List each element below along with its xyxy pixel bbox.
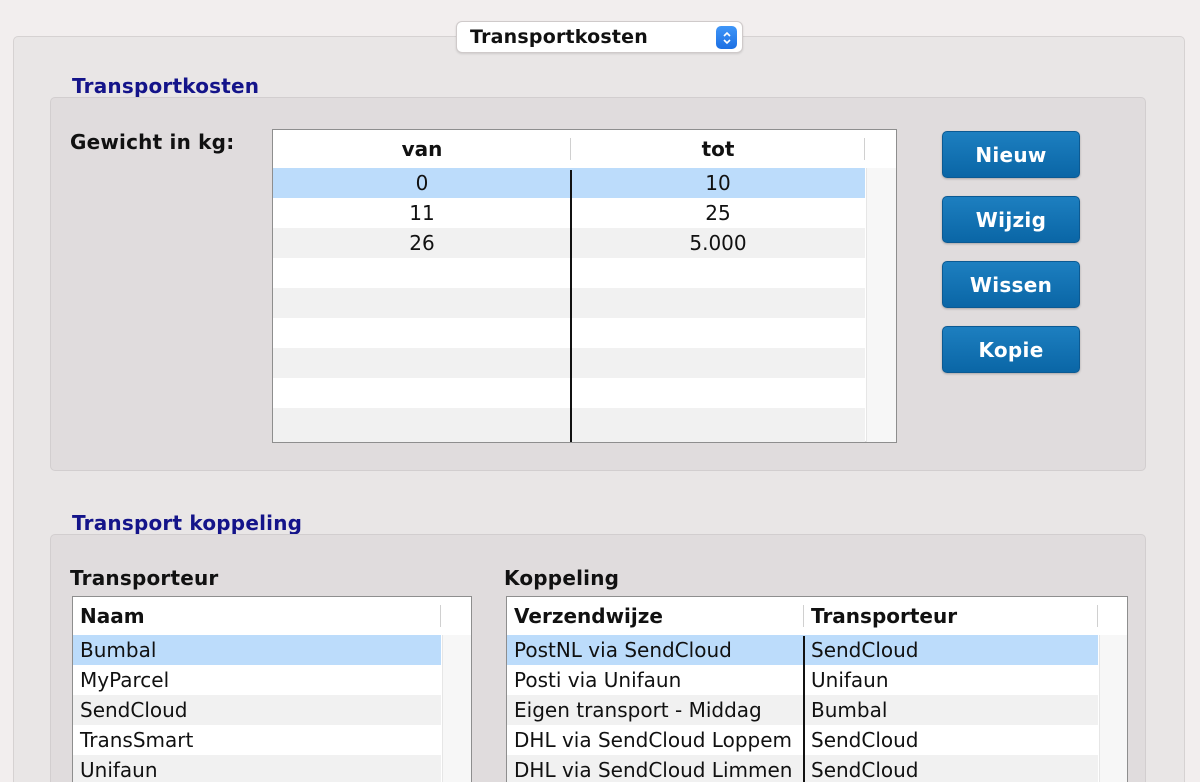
column-header-tot[interactable]: tot — [571, 130, 865, 168]
column-header-naam[interactable]: Naam — [73, 597, 441, 635]
edit-button[interactable]: Wijzig — [942, 196, 1080, 243]
cell-naam: MyParcel — [80, 668, 170, 692]
delete-button[interactable]: Wissen — [942, 261, 1080, 308]
cell-transporteur: Unifaun — [811, 668, 889, 692]
link-table-body: PostNL via SendCloud SendCloud Posti via… — [507, 635, 1127, 782]
empty-row — [273, 288, 865, 318]
new-button[interactable]: Nieuw — [942, 131, 1080, 178]
cell-van: 0 — [415, 171, 429, 195]
cell-van: 11 — [409, 201, 435, 225]
carrier-label: Transporteur — [70, 566, 219, 590]
koppeling-title: Transport koppeling — [72, 511, 303, 535]
column-header-verzendwijze[interactable]: Verzendwijze — [507, 597, 804, 635]
cell-verzendwijze: DHL via SendCloud Loppem — [514, 728, 793, 752]
cell-naam: Bumbal — [80, 638, 157, 662]
table-row[interactable]: 0 10 — [273, 168, 865, 198]
copy-button[interactable]: Kopie — [942, 326, 1080, 373]
view-selector-value: Transportkosten — [470, 26, 648, 48]
table-row[interactable]: MyParcel — [73, 665, 441, 695]
cell-naam: TransSmart — [80, 728, 194, 752]
weight-table-header: van tot — [273, 130, 896, 168]
cell-tot: 25 — [705, 201, 731, 225]
empty-row — [273, 318, 865, 348]
cell-naam: SendCloud — [80, 698, 188, 722]
table-row[interactable]: TransSmart — [73, 725, 441, 755]
column-divider — [803, 636, 805, 782]
empty-row — [273, 348, 865, 378]
cell-transporteur: SendCloud — [811, 758, 919, 782]
table-row[interactable]: Unifaun — [73, 755, 441, 782]
vertical-scrollbar[interactable] — [442, 635, 471, 782]
vertical-scrollbar[interactable] — [1099, 635, 1127, 782]
cell-transporteur: Bumbal — [811, 698, 888, 722]
table-row[interactable]: 26 5.000 — [273, 228, 865, 258]
weight-table-body: 0 10 11 25 26 5.000 — [273, 168, 896, 442]
weight-table: van tot 0 10 11 25 26 5.000 — [272, 129, 897, 443]
carrier-table-header: Naam — [73, 597, 471, 635]
link-table-header: Verzendwijze Transporteur — [507, 597, 1127, 635]
column-divider — [570, 170, 572, 442]
empty-row — [273, 258, 865, 288]
chevron-updown-icon — [716, 26, 737, 49]
cell-verzendwijze: Posti via Unifaun — [514, 668, 682, 692]
cell-transporteur: SendCloud — [811, 638, 919, 662]
cell-van: 26 — [409, 231, 435, 255]
cell-verzendwijze: DHL via SendCloud Limmen — [514, 758, 793, 782]
empty-row — [273, 378, 865, 408]
table-row[interactable]: SendCloud — [73, 695, 441, 725]
column-header-van[interactable]: van — [273, 130, 571, 168]
link-label: Koppeling — [504, 566, 620, 590]
carrier-table-body: Bumbal MyParcel SendCloud TransSmart Uni… — [73, 635, 471, 782]
view-selector[interactable]: Transportkosten — [456, 21, 743, 53]
link-table: Verzendwijze Transporteur PostNL via Sen… — [506, 596, 1128, 782]
cell-naam: Unifaun — [80, 758, 158, 782]
cell-transporteur: SendCloud — [811, 728, 919, 752]
empty-row — [273, 408, 865, 442]
column-header-transporteur[interactable]: Transporteur — [804, 597, 1098, 635]
carrier-table: Naam Bumbal MyParcel SendCloud TransSmar… — [72, 596, 472, 782]
table-row[interactable]: Bumbal — [73, 635, 441, 665]
weight-label: Gewicht in kg: — [70, 130, 235, 154]
vertical-scrollbar[interactable] — [866, 168, 896, 442]
cell-tot: 5.000 — [689, 231, 747, 255]
cell-verzendwijze: Eigen transport - Middag — [514, 698, 762, 722]
transportkosten-title: Transportkosten — [72, 74, 260, 98]
table-row[interactable]: 11 25 — [273, 198, 865, 228]
cell-tot: 10 — [705, 171, 731, 195]
cell-verzendwijze: PostNL via SendCloud — [514, 638, 732, 662]
